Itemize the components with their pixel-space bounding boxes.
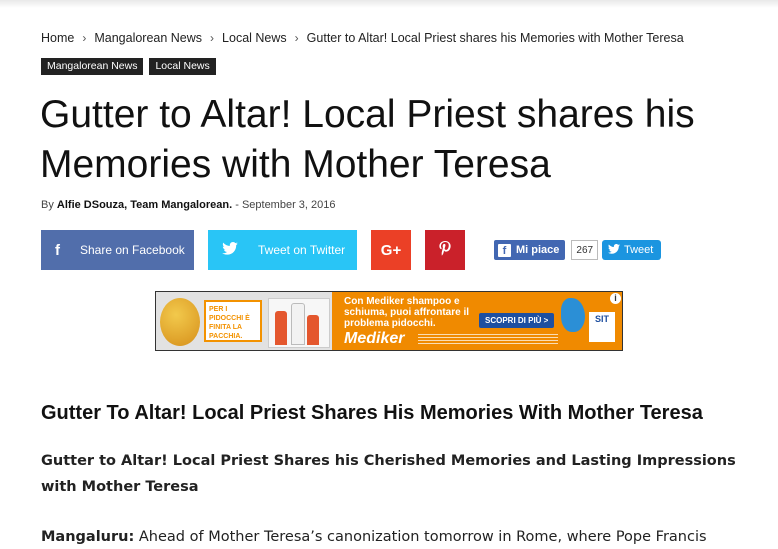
twitter-bird-icon xyxy=(608,243,620,257)
breadcrumb-mangalorean-news[interactable]: Mangalorean News xyxy=(94,31,202,45)
content-heading: Gutter To Altar! Local Priest Shares His… xyxy=(41,402,703,424)
advertisement-banner[interactable]: PER I PIDOCCHI È FINITA LA PACCHIA. Con … xyxy=(155,291,623,351)
ad-brand: Mediker xyxy=(344,330,405,347)
breadcrumb-current-article[interactable]: Gutter to Altar! Local Priest shares his… xyxy=(307,31,684,45)
share-facebook-button[interactable]: f Share on Facebook xyxy=(41,230,194,270)
category-tags: Mangalorean News Local News xyxy=(41,58,216,75)
ad-fine-print xyxy=(418,334,558,346)
share-twitter-label: Tweet on Twitter xyxy=(258,243,346,257)
content-paragraph: Mangaluru: Ahead of Mother Teresa’s cano… xyxy=(41,525,751,549)
article-title: Gutter to Altar! Local Priest shares his… xyxy=(40,93,695,186)
ad-left-panel: PER I PIDOCCHI È FINITA LA PACCHIA. xyxy=(156,292,332,350)
breadcrumb-local-news[interactable]: Local News xyxy=(222,31,287,45)
ad-mascot-image xyxy=(160,298,200,346)
googleplus-icon: G+ xyxy=(380,241,402,259)
facebook-icon: f xyxy=(55,241,60,259)
breadcrumb-home[interactable]: Home xyxy=(41,31,74,45)
tweet-button[interactable]: Tweet xyxy=(602,240,662,260)
ad-cta-button[interactable]: SCOPRI DI PIÙ > xyxy=(479,313,555,328)
facebook-like-label: Mi piace xyxy=(516,244,560,256)
breadcrumb-separator-icon: › xyxy=(82,31,87,45)
facebook-like-icon: f xyxy=(498,243,511,257)
author-link[interactable]: Alfie DSouza, Team Mangalorean. xyxy=(57,199,232,211)
ad-message: Con Mediker shampoo e schiuma, puoi affr… xyxy=(344,296,470,329)
share-facebook-label: Share on Facebook xyxy=(80,243,185,257)
paragraph-text: Ahead of Mother Teresa’s canonization to… xyxy=(138,529,707,545)
share-twitter-button[interactable]: Tweet on Twitter xyxy=(208,230,357,270)
pinterest-icon xyxy=(439,240,451,260)
article-meta: By Alfie DSouza, Team Mangalorean. - Sep… xyxy=(41,199,336,211)
facebook-like-count: 267 xyxy=(571,240,599,260)
ad-product-image xyxy=(268,298,330,348)
tweet-label: Tweet xyxy=(624,244,654,256)
by-label: By xyxy=(41,199,54,211)
top-shadow-bar xyxy=(0,0,778,8)
ad-info-icon[interactable]: i xyxy=(610,293,621,304)
breadcrumb-separator-icon: › xyxy=(294,31,299,45)
facebook-like-button[interactable]: f Mi piace xyxy=(494,240,566,260)
ad-fish-mascot-image xyxy=(561,298,585,332)
category-tag-local-news[interactable]: Local News xyxy=(149,58,216,75)
twitter-bird-icon xyxy=(222,241,238,259)
category-tag-mangalorean-news[interactable]: Mangalorean News xyxy=(41,58,144,75)
ad-left-text: PER I PIDOCCHI È FINITA LA PACCHIA. xyxy=(204,300,262,342)
ad-sit-logo: SIT xyxy=(589,312,615,342)
share-pinterest-button[interactable] xyxy=(425,230,465,270)
share-googleplus-button[interactable]: G+ xyxy=(371,230,411,270)
meta-dash: - xyxy=(235,199,239,211)
dateline-place: Mangaluru: xyxy=(41,529,135,545)
content-lead: Gutter to Altar! Local Priest Shares his… xyxy=(41,453,736,495)
breadcrumb-separator-icon: › xyxy=(210,31,215,45)
facebook-like-widget: f Mi piace 267 xyxy=(494,240,599,260)
article-date: September 3, 2016 xyxy=(241,199,336,211)
breadcrumb: Home › Mangalorean News › Local News › G… xyxy=(41,31,684,45)
